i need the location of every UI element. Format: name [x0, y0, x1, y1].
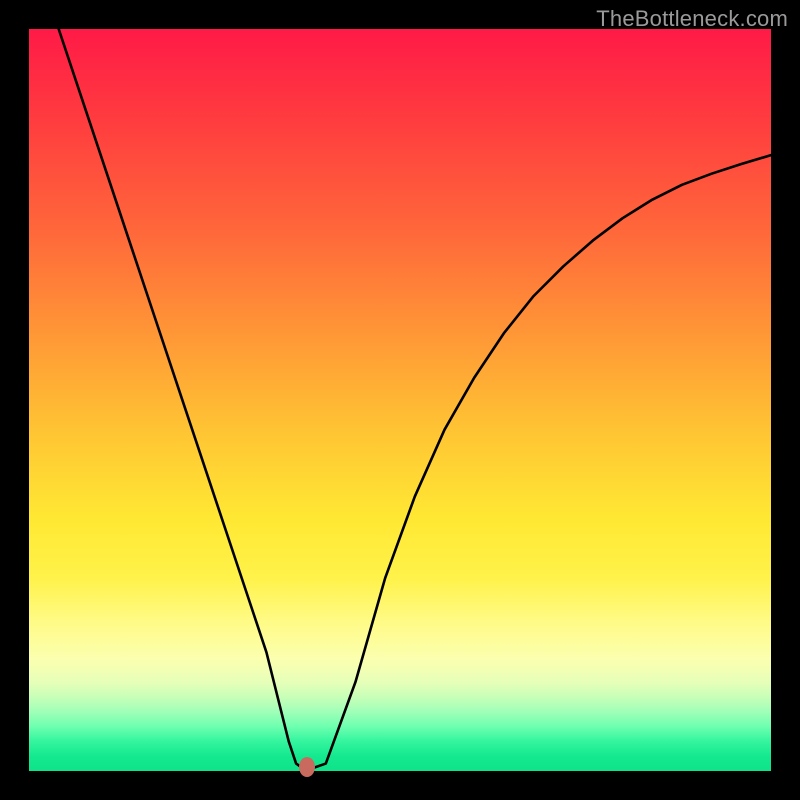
optimal-point-marker	[299, 757, 315, 777]
chart-frame: TheBottleneck.com	[0, 0, 800, 800]
bottleneck-curve	[29, 29, 771, 771]
watermark-text: TheBottleneck.com	[596, 6, 788, 32]
plot-area	[29, 29, 771, 771]
